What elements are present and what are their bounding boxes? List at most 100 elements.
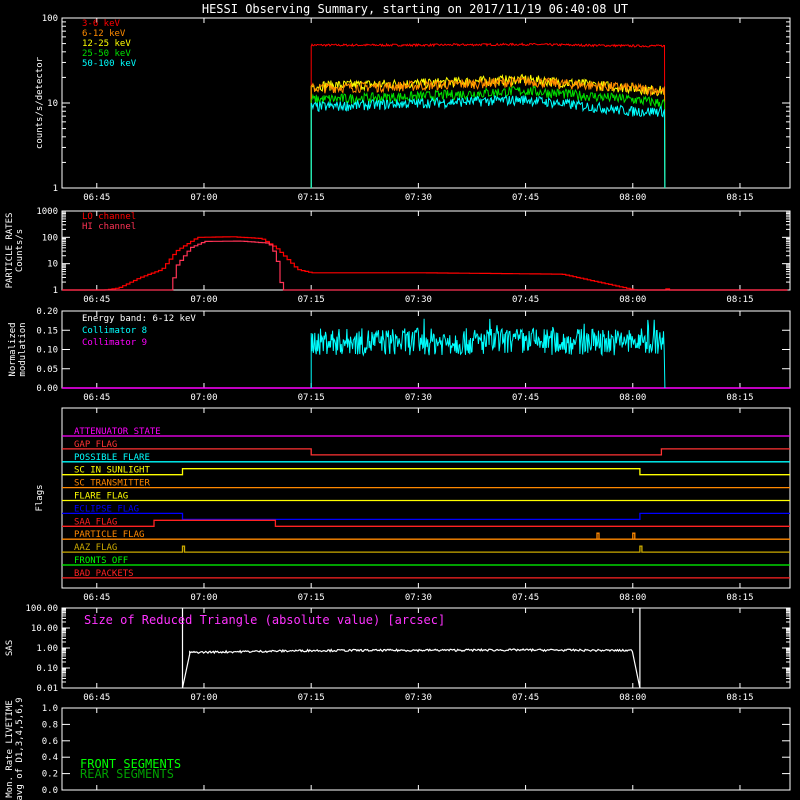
panel-frame-0 xyxy=(61,17,791,189)
y-tick-label: 1.0 xyxy=(42,704,58,714)
x-tick-label: 07:45 xyxy=(512,295,539,305)
y-axis-label: avg of D1,3,4,5,6,9 xyxy=(15,698,25,800)
flag-label: ECLIPSE_FLAG xyxy=(74,504,139,514)
flag-line-SAA_FLAG_GAP xyxy=(62,448,790,456)
sas-annotation: Size of Reduced Triangle (absolute value… xyxy=(84,613,445,627)
legend-entry: Collimator 8 xyxy=(82,326,147,336)
x-tick-label: 08:15 xyxy=(726,693,753,703)
series-line-HI-channel xyxy=(62,240,788,291)
y-tick-label: 0.6 xyxy=(42,737,58,747)
flag-label: FLARE_FLAG xyxy=(74,492,128,502)
y-tick-label: 10 xyxy=(47,260,58,270)
x-tick-label: 07:15 xyxy=(298,393,325,403)
x-tick-label: 06:45 xyxy=(83,193,110,203)
legend-entry: 3-6 keV xyxy=(82,19,121,29)
x-tick-label: 07:00 xyxy=(190,295,217,305)
plot-canvas: HESSI Observing Summary, starting on 201… xyxy=(5,2,791,800)
y-axis-label: Counts/s xyxy=(15,229,25,272)
y-axis-label: Mon. Rate LIVETIME xyxy=(5,700,15,798)
legend-entry: 6-12 keV xyxy=(82,29,126,39)
flag-label: SC_TRANSMITTER xyxy=(74,479,150,489)
x-tick-label: 07:15 xyxy=(298,295,325,305)
y-tick-label: 0.15 xyxy=(36,326,58,336)
flag-label: PARTICLE_FLAG xyxy=(74,530,144,540)
x-tick-label: 07:00 xyxy=(190,593,217,603)
flag-line-ECLIPSE_FLAG xyxy=(62,512,790,521)
legend-entry: HI channel xyxy=(82,222,136,232)
x-tick-label: 07:30 xyxy=(405,593,432,603)
legend-entry: 12-25 keV xyxy=(82,39,131,49)
x-tick-label: 07:30 xyxy=(405,393,432,403)
flag-label: FRONTS_OFF xyxy=(74,556,128,566)
x-tick-label: 07:45 xyxy=(512,393,539,403)
x-tick-label: 06:45 xyxy=(83,295,110,305)
flag-label: POSSIBLE_FLARE xyxy=(74,453,150,463)
flag-line-PARTICLE_FLAG xyxy=(62,532,790,540)
y-axis-label: PARTICLE RATES xyxy=(5,213,15,289)
plot-title: HESSI Observing Summary, starting on 201… xyxy=(202,2,628,16)
x-tick-label: 07:15 xyxy=(298,593,325,603)
series-line-3-6-keV xyxy=(310,42,666,189)
x-tick-label: 08:00 xyxy=(619,393,646,403)
flag-label: AAZ_FLAG xyxy=(74,543,117,553)
legend-entry: REAR SEGMENTS xyxy=(80,767,174,781)
y-tick-label: 0.8 xyxy=(42,720,58,730)
x-tick-label: 06:45 xyxy=(83,693,110,703)
x-tick-label: 08:15 xyxy=(726,193,753,203)
y-tick-label: 1.00 xyxy=(36,644,58,654)
y-tick-label: 0.05 xyxy=(36,365,58,375)
y-tick-label: 0.10 xyxy=(36,346,58,356)
y-tick-label: 100 xyxy=(42,14,58,24)
x-tick-label: 08:00 xyxy=(619,593,646,603)
y-tick-label: 0.01 xyxy=(36,684,58,694)
x-tick-label: 07:15 xyxy=(298,693,325,703)
x-tick-label: 06:45 xyxy=(83,593,110,603)
y-tick-label: 10 xyxy=(47,99,58,109)
x-tick-label: 07:00 xyxy=(190,193,217,203)
x-tick-label: 07:00 xyxy=(190,393,217,403)
flag-label: SAA_FLAG xyxy=(74,517,117,527)
series-line-LO-channel xyxy=(62,236,788,291)
flag-label: BAD_PACKETS xyxy=(74,569,134,579)
legend-entry: Collimator 9 xyxy=(82,338,147,348)
legend-entry: 50-100 keV xyxy=(82,59,137,69)
energy-band-annotation: Energy band: 6-12 keV xyxy=(82,314,196,324)
legend-entry: LO channel xyxy=(82,212,136,222)
panel-frame-3 xyxy=(61,407,791,589)
legend-entry: 25-50 keV xyxy=(82,49,131,59)
x-tick-label: 08:15 xyxy=(726,295,753,305)
y-tick-label: 0.00 xyxy=(36,384,58,394)
y-tick-label: 100 xyxy=(42,233,58,243)
panel-frame-1 xyxy=(61,210,791,291)
flag-line-AAZ_FLAG xyxy=(62,545,790,553)
x-tick-label: 08:00 xyxy=(619,295,646,305)
x-tick-label: 07:45 xyxy=(512,193,539,203)
y-axis-label: Normalized xyxy=(8,322,18,376)
x-tick-label: 06:45 xyxy=(83,393,110,403)
y-tick-label: 0.2 xyxy=(42,770,58,780)
y-axis-label: modulation xyxy=(18,322,28,376)
flag-label: ATTENUATOR_STATE xyxy=(74,427,161,437)
x-tick-label: 07:00 xyxy=(190,693,217,703)
flag-label: GAP_FLAG xyxy=(74,440,117,450)
y-tick-label: 1 xyxy=(53,286,58,296)
y-tick-label: 1000 xyxy=(36,207,58,217)
y-axis-label: counts/s/detector xyxy=(35,56,45,149)
y-tick-label: 0.20 xyxy=(36,307,58,317)
y-axis-label: SAS xyxy=(5,640,15,656)
hessi-summary-plot: HESSI Observing Summary, starting on 201… xyxy=(0,0,800,800)
x-tick-label: 07:30 xyxy=(405,193,432,203)
x-tick-label: 07:15 xyxy=(298,193,325,203)
series-line-50-100-keV xyxy=(310,94,666,189)
x-tick-label: 07:45 xyxy=(512,693,539,703)
x-tick-label: 08:00 xyxy=(619,193,646,203)
x-tick-label: 08:15 xyxy=(726,393,753,403)
y-tick-label: 1 xyxy=(53,184,58,194)
x-tick-label: 08:00 xyxy=(619,693,646,703)
x-tick-label: 07:45 xyxy=(512,593,539,603)
y-tick-label: 0.4 xyxy=(42,753,58,763)
y-axis-label: Flags xyxy=(35,484,45,511)
series-line-Collimator-8 xyxy=(310,318,666,389)
flag-line-SAA_FLAG xyxy=(62,519,790,527)
y-tick-label: 10.00 xyxy=(31,624,58,634)
